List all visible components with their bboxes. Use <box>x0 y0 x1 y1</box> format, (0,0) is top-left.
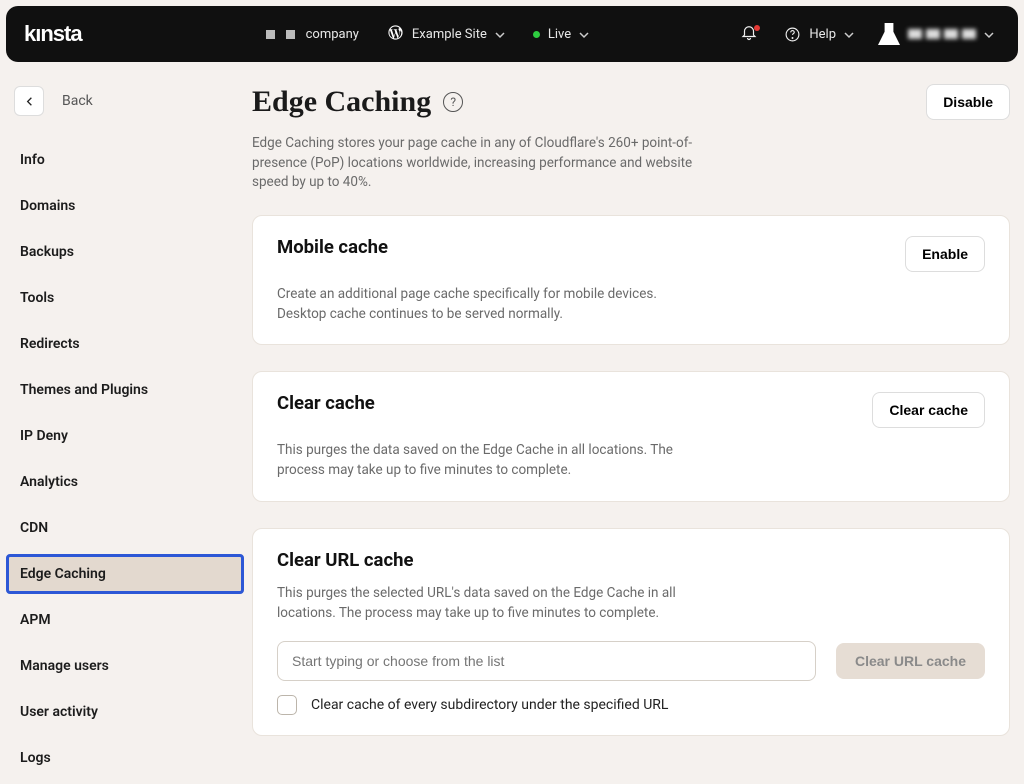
card-description: This purges the data saved on the Edge C… <box>277 440 697 481</box>
sidebar-item-backups[interactable]: Backups <box>6 232 244 272</box>
card-description: Create an additional page cache specific… <box>277 284 697 325</box>
notification-badge <box>754 25 760 31</box>
help-circle-icon <box>784 26 801 43</box>
chevron-down-icon <box>495 29 505 39</box>
company-switcher[interactable]: company <box>252 27 373 42</box>
wordpress-icon <box>387 24 404 45</box>
card-title: Clear cache <box>277 392 375 414</box>
user-name-redacted <box>908 29 976 39</box>
subdirectory-checkbox[interactable] <box>277 695 297 715</box>
arrow-left-icon <box>22 94 37 109</box>
help-menu[interactable]: Help <box>778 26 860 43</box>
chevron-down-icon <box>844 29 854 39</box>
card-description: This purges the selected URL's data save… <box>277 583 737 624</box>
sidebar-item-info[interactable]: Info <box>6 140 244 180</box>
sidebar-item-themes-and-plugins[interactable]: Themes and Plugins <box>6 370 244 410</box>
help-circle-icon[interactable]: ? <box>443 92 463 112</box>
status-dot-icon <box>533 31 540 38</box>
page-title: Edge Caching <box>252 85 431 119</box>
sidebar: Back Info Domains Backups Tools Redirects The… <box>6 78 244 784</box>
sidebar-item-cdn[interactable]: CDN <box>6 508 244 548</box>
help-label: Help <box>809 27 836 42</box>
company-icon <box>286 30 295 39</box>
clear-cache-card: Clear cache Clear cache This purges the … <box>252 371 1010 502</box>
avatar <box>878 23 900 45</box>
checkbox-label: Clear cache of every subdirectory under … <box>311 697 668 713</box>
sidebar-item-user-activity[interactable]: User activity <box>6 692 244 732</box>
sidebar-item-redirects[interactable]: Redirects <box>6 324 244 364</box>
back-label: Back <box>62 93 93 109</box>
notifications-button[interactable] <box>732 23 766 45</box>
main-content: Edge Caching ? Disable Edge Caching stor… <box>244 78 1018 784</box>
chevron-down-icon <box>984 29 994 39</box>
url-cache-input[interactable] <box>277 641 816 681</box>
sidebar-item-edge-caching[interactable]: Edge Caching <box>6 554 244 594</box>
card-title: Mobile cache <box>277 236 388 258</box>
brand-logo: kınsta <box>24 21 82 47</box>
clear-cache-button[interactable]: Clear cache <box>872 392 985 428</box>
env-label: Live <box>548 27 571 42</box>
sidebar-item-manage-users[interactable]: Manage users <box>6 646 244 686</box>
enable-mobile-cache-button[interactable]: Enable <box>905 236 985 272</box>
mobile-cache-card: Mobile cache Enable Create an additional… <box>252 215 1010 346</box>
sidebar-item-logs[interactable]: Logs <box>6 738 244 778</box>
sidebar-item-analytics[interactable]: Analytics <box>6 462 244 502</box>
environment-switcher[interactable]: Live <box>519 27 603 42</box>
clear-url-cache-button[interactable]: Clear URL cache <box>836 643 985 679</box>
user-menu[interactable] <box>872 23 1000 45</box>
topbar: kınsta company Example Site Live Help <box>6 6 1018 62</box>
sidebar-item-apm[interactable]: APM <box>6 600 244 640</box>
site-switcher[interactable]: Example Site <box>373 24 519 45</box>
page-description: Edge Caching stores your page cache in a… <box>252 134 732 193</box>
disable-button[interactable]: Disable <box>926 84 1010 120</box>
sidebar-item-ip-deny[interactable]: IP Deny <box>6 416 244 456</box>
company-label: company <box>306 27 359 42</box>
sidebar-item-domains[interactable]: Domains <box>6 186 244 226</box>
site-label: Example Site <box>412 27 487 42</box>
sidebar-item-tools[interactable]: Tools <box>6 278 244 318</box>
card-title: Clear URL cache <box>277 549 985 571</box>
back-button[interactable] <box>14 86 44 116</box>
company-icon <box>266 30 275 39</box>
clear-url-cache-card: Clear URL cache This purges the selected… <box>252 528 1010 737</box>
chevron-down-icon <box>579 29 589 39</box>
